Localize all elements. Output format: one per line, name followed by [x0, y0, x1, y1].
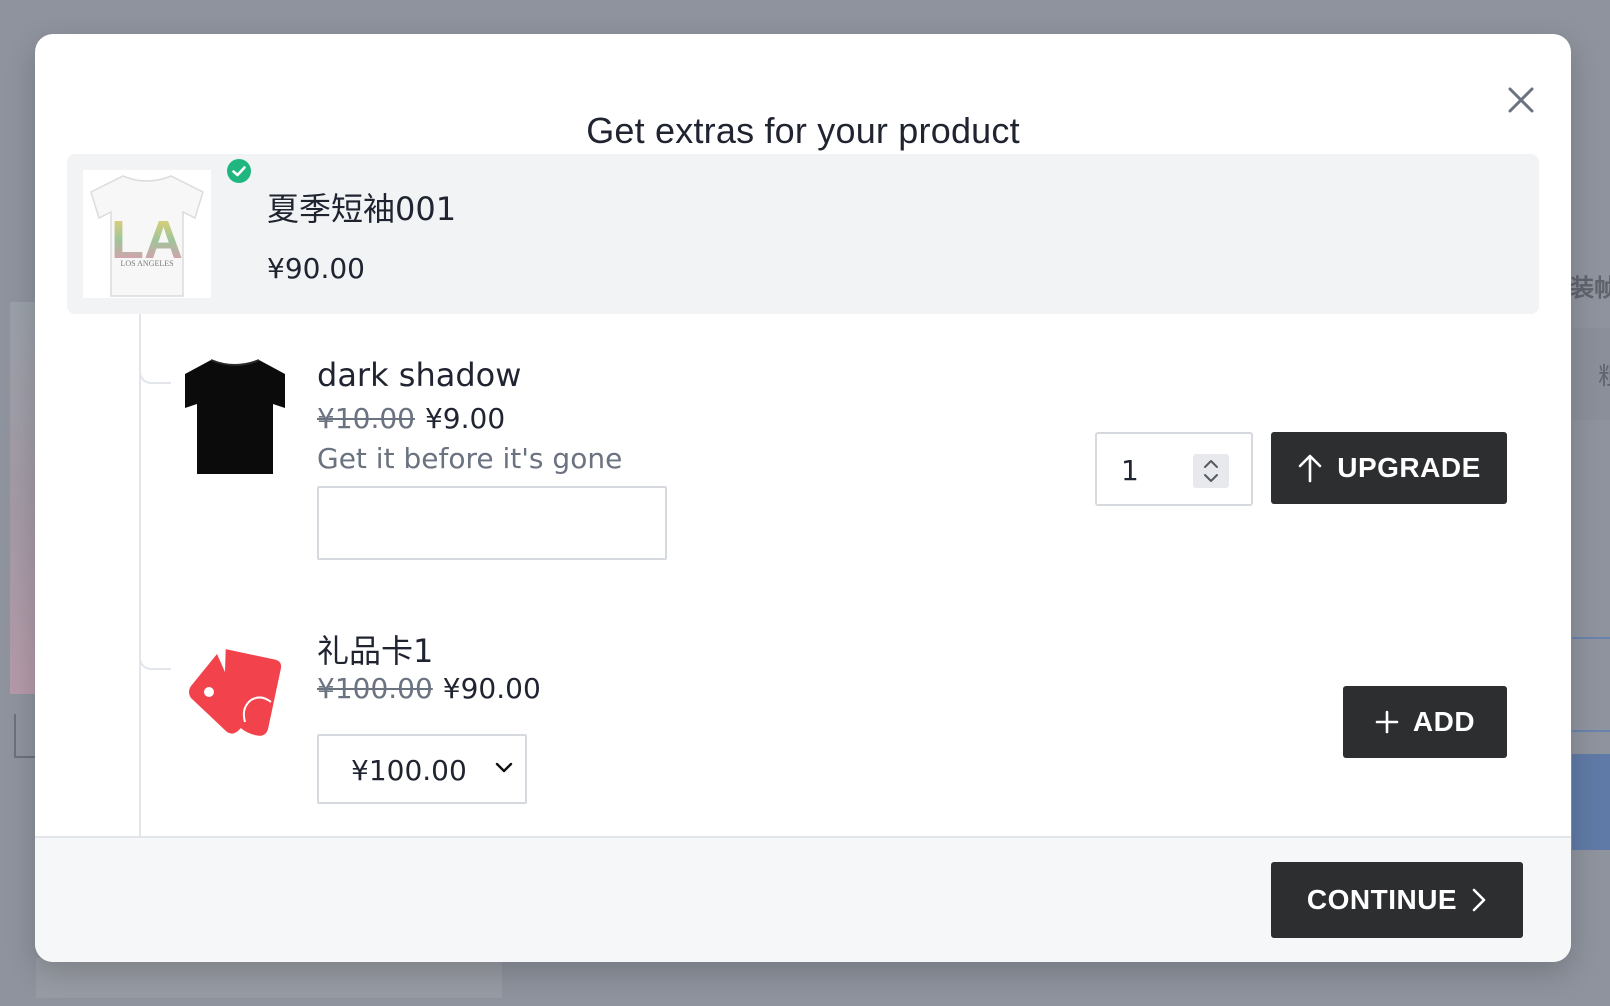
selected-check-icon [227, 159, 251, 183]
upgrade-button[interactable]: UPGRADE [1271, 432, 1507, 504]
background-button [1572, 754, 1610, 850]
upsell-original-price: ¥10.00 [317, 402, 415, 435]
main-product-image: LA LOS ANGELES [83, 170, 211, 298]
arrow-up-icon [1298, 454, 1322, 483]
background-text: 装帧 [1570, 274, 1610, 302]
gift-card-tag-icon [189, 649, 282, 736]
background-text-2: 粗 [1598, 356, 1610, 391]
modal-footer: CONTINUE [35, 836, 1571, 962]
tree-branch [139, 370, 171, 384]
personalization-input[interactable] [317, 486, 667, 560]
add-button[interactable]: ADD [1343, 686, 1507, 758]
chevron-down-icon [495, 762, 513, 773]
background-footer [36, 958, 502, 998]
tshirt-image: LA LOS ANGELES [90, 175, 204, 297]
close-button[interactable] [1501, 80, 1541, 120]
extras-modal: Get extras for your product LA LOS ANGEL… [35, 34, 1571, 962]
main-product-name: 夏季短袖001 [267, 190, 457, 228]
upsell-image [187, 644, 283, 740]
continue-button[interactable]: CONTINUE [1271, 862, 1523, 938]
plus-icon [1375, 710, 1399, 734]
upsell-name: dark shadow [317, 356, 522, 394]
upsell-price: ¥90.00 [442, 672, 541, 705]
black-tshirt-image [185, 359, 285, 474]
quantity-value[interactable]: 1 [1121, 454, 1139, 487]
tree-connector [139, 314, 141, 836]
background-divider [1572, 637, 1610, 639]
upsell-description: Get it before it's gone [317, 442, 623, 475]
upgrade-button-label: UPGRADE [1337, 452, 1481, 483]
background-photo [10, 302, 36, 694]
tree-branch [139, 656, 171, 670]
quantity-spinner-icon[interactable] [1193, 454, 1229, 488]
add-button-label: ADD [1412, 706, 1476, 737]
continue-button-label: CONTINUE [1306, 884, 1458, 915]
modal-title: Get extras for your product [586, 110, 1020, 151]
background-divider [1572, 730, 1610, 732]
upsell-prices: ¥100.00 ¥90.00 [317, 672, 541, 705]
close-icon [1508, 87, 1534, 113]
upsell-prices: ¥10.00 ¥9.00 [317, 402, 505, 435]
upsell-image [181, 352, 289, 480]
upsell-name: 礼品卡1 [317, 632, 434, 670]
upsell-original-price: ¥100.00 [317, 672, 433, 705]
svg-text:LOS ANGELES: LOS ANGELES [120, 259, 173, 268]
upsell-price: ¥9.00 [424, 402, 506, 435]
chevron-right-icon [1472, 888, 1486, 912]
main-product-price: ¥90.00 [267, 252, 365, 285]
main-product-card: LA LOS ANGELES 夏季短袖001 ¥90.00 [67, 154, 1539, 314]
denomination-select[interactable]: ¥100.00 [317, 734, 527, 804]
quantity-stepper[interactable]: 1 [1095, 432, 1253, 506]
denomination-select-value: ¥100.00 [351, 754, 467, 787]
